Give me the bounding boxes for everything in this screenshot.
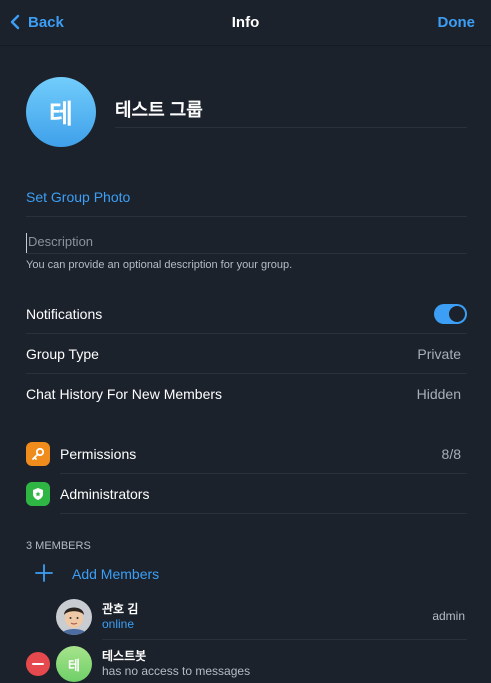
chat-history-row[interactable]: Chat History For New Members Hidden	[26, 374, 467, 414]
description-hint: You can provide an optional description …	[26, 259, 293, 271]
member-row[interactable]: 관호 김 online admin	[56, 597, 467, 637]
key-icon	[26, 442, 50, 466]
divider	[26, 216, 467, 217]
group-type-label: Group Type	[26, 346, 99, 362]
add-members-button[interactable]: Add Members	[34, 563, 159, 585]
notifications-label: Notifications	[26, 306, 103, 322]
group-avatar[interactable]: 테	[26, 77, 96, 147]
member-avatar-letter: 테	[68, 657, 80, 673]
member-role: admin	[432, 609, 465, 623]
description-input[interactable]: Description	[26, 233, 467, 253]
group-name-field[interactable]: 테스트 그룹	[115, 96, 467, 128]
chat-history-value: Hidden	[416, 386, 461, 402]
avatar: 테	[56, 646, 92, 682]
group-type-row[interactable]: Group Type Private	[26, 334, 467, 374]
administrators-label: Administrators	[60, 486, 150, 502]
divider	[102, 639, 467, 640]
divider	[60, 513, 467, 514]
member-name: 관호 김	[102, 602, 139, 616]
page-title: Info	[231, 14, 260, 31]
group-avatar-letter: 테	[49, 98, 73, 129]
chat-history-label: Chat History For New Members	[26, 386, 223, 402]
permissions-row[interactable]: Permissions 8/8	[26, 434, 467, 474]
notifications-row[interactable]: Notifications	[26, 294, 467, 334]
members-count-header: 3 MEMBERS	[26, 540, 91, 552]
member-name: 테스트봇	[102, 649, 147, 663]
remove-member-button[interactable]	[26, 652, 50, 676]
top-bar: Back Info Done	[0, 0, 491, 46]
avatar	[56, 599, 92, 635]
administrators-row[interactable]: Administrators	[26, 474, 467, 514]
group-type-value: Private	[417, 346, 461, 362]
member-status: has no access to messages	[102, 664, 251, 678]
shield-icon	[26, 482, 50, 506]
member-row[interactable]: 테 테스트봇 has no access to messages	[56, 644, 467, 683]
permissions-label: Permissions	[60, 446, 137, 462]
notifications-toggle[interactable]	[434, 304, 467, 324]
permissions-value: 8/8	[441, 446, 461, 462]
done-button[interactable]: Done	[438, 14, 476, 31]
add-members-label: Add Members	[72, 566, 160, 582]
set-group-photo-button[interactable]: Set Group Photo	[26, 189, 130, 205]
divider	[26, 253, 467, 254]
minus-icon	[32, 663, 44, 665]
member-status: online	[102, 617, 135, 631]
plus-icon	[34, 563, 54, 586]
